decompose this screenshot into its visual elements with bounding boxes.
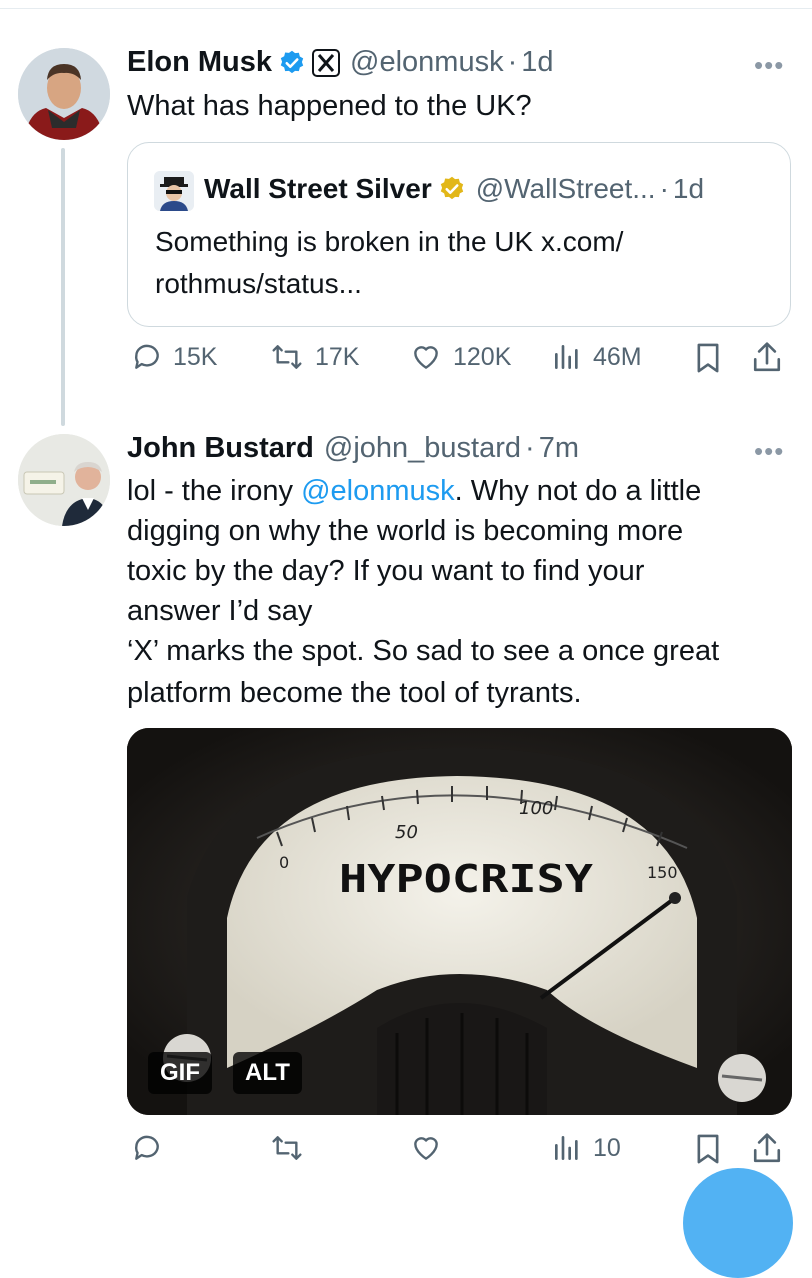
gauge-title: HYPOCRISY bbox=[339, 857, 593, 901]
quoted-tweet-card[interactable]: Wall Street Silver @WallStreet... · 1d S… bbox=[127, 142, 791, 327]
views-button[interactable]: 46M bbox=[551, 341, 642, 373]
like-button[interactable] bbox=[409, 1132, 443, 1164]
tweet-text-line: platform become the tool of tyrants. bbox=[127, 677, 582, 709]
share-icon bbox=[753, 342, 781, 372]
views-button[interactable]: 10 bbox=[551, 1132, 621, 1164]
bookmark-icon bbox=[697, 343, 719, 373]
author-handle[interactable]: @john_bustard bbox=[324, 432, 521, 465]
top-divider bbox=[0, 8, 812, 9]
gold-verified-badge-icon bbox=[438, 175, 466, 203]
gauge-100-label: 100 bbox=[519, 798, 553, 819]
tweet-header: John Bustard @john_bustard · 7m bbox=[127, 432, 579, 465]
mention-link[interactable]: @elonmusk bbox=[301, 475, 455, 507]
repost-count: 17K bbox=[315, 342, 360, 371]
analytics-icon bbox=[555, 345, 578, 369]
bookmark-button[interactable] bbox=[693, 341, 723, 375]
separator-dot: · bbox=[507, 46, 518, 78]
author-name[interactable]: John Bustard bbox=[127, 432, 314, 465]
tweet-actions: 10 bbox=[127, 1132, 791, 1176]
repost-button[interactable] bbox=[269, 1132, 305, 1164]
gauge-150-label: 150 bbox=[647, 863, 678, 882]
tweet-media-gif[interactable]: 50 100 0 150 HYPOCRISY bbox=[127, 728, 792, 1115]
share-button[interactable] bbox=[751, 1132, 783, 1166]
alt-badge[interactable]: ALT bbox=[233, 1052, 302, 1094]
author-handle[interactable]: @elonmusk bbox=[350, 46, 504, 79]
heart-icon bbox=[414, 346, 438, 369]
quote-header: Wall Street Silver @WallStreet... · 1d bbox=[204, 173, 704, 205]
reply-button[interactable] bbox=[131, 1132, 163, 1164]
tweet-text-line: toxic by the day? If you want to find yo… bbox=[127, 555, 645, 587]
x-affiliation-icon bbox=[312, 48, 341, 77]
author-name[interactable]: Elon Musk bbox=[127, 46, 272, 79]
bookmark-button[interactable] bbox=[693, 1132, 723, 1166]
share-button[interactable] bbox=[751, 341, 783, 375]
views-count: 10 bbox=[593, 1133, 621, 1162]
repost-icon bbox=[272, 345, 302, 369]
tweet-text-line: answer I’d say bbox=[127, 595, 313, 627]
bookmark-icon bbox=[697, 1134, 719, 1164]
quote-author-handle[interactable]: @WallStreet... bbox=[476, 173, 656, 205]
more-options-icon[interactable]: ••• bbox=[754, 436, 784, 467]
text-segment: . Why not do a little bbox=[454, 475, 702, 507]
repost-button[interactable]: 17K bbox=[269, 341, 359, 373]
repost-icon bbox=[272, 1136, 302, 1160]
like-count: 120K bbox=[453, 342, 512, 371]
quote-text-line: rothmus/status... bbox=[155, 268, 362, 299]
compose-fab-button[interactable] bbox=[683, 1168, 793, 1278]
gif-badge[interactable]: GIF bbox=[148, 1052, 212, 1094]
views-count: 46M bbox=[593, 342, 642, 371]
avatar[interactable] bbox=[18, 434, 110, 526]
text-segment: lol - the irony bbox=[127, 475, 302, 507]
timestamp[interactable]: 1d bbox=[521, 46, 553, 79]
hypocrisy-gauge-image: 50 100 0 150 HYPOCRISY bbox=[127, 728, 792, 1115]
gauge-0-label: 0 bbox=[279, 853, 289, 872]
quote-timestamp[interactable]: 1d bbox=[673, 173, 704, 205]
like-button[interactable]: 120K bbox=[409, 341, 511, 373]
reply-icon bbox=[135, 344, 159, 369]
reply-count: 15K bbox=[173, 342, 218, 371]
tweet-text-line: ‘X’ marks the spot. So sad to see a once… bbox=[127, 635, 720, 667]
tweet-text: What has happened to the UK? bbox=[127, 90, 532, 122]
reply-button[interactable]: 15K bbox=[131, 341, 217, 373]
quote-text-line: Something is broken in the UK x.com/ bbox=[155, 226, 624, 257]
tweet-text-line: digging on why the world is becoming mor… bbox=[127, 515, 684, 547]
tweet-actions: 15K 17K 120K 46M bbox=[127, 341, 791, 385]
heart-icon bbox=[414, 1137, 438, 1160]
separator-dot: · bbox=[525, 432, 535, 464]
verified-badge-icon bbox=[278, 49, 306, 77]
analytics-icon bbox=[555, 1136, 578, 1160]
quote-avatar[interactable] bbox=[154, 171, 194, 211]
avatar[interactable] bbox=[18, 48, 110, 140]
quote-author-name[interactable]: Wall Street Silver bbox=[204, 173, 432, 205]
timestamp[interactable]: 7m bbox=[539, 432, 579, 465]
tweet-header: Elon Musk @elonmusk · 1d bbox=[127, 46, 554, 79]
share-icon bbox=[753, 1133, 781, 1163]
separator-dot: · bbox=[659, 173, 669, 204]
tweet-text-line: lol - the irony @elonmusk. Why not do a … bbox=[127, 471, 701, 511]
thread-line bbox=[61, 148, 65, 426]
more-options-icon[interactable]: ••• bbox=[754, 50, 784, 81]
gauge-50-label: 50 bbox=[395, 822, 418, 843]
reply-icon bbox=[135, 1135, 159, 1160]
